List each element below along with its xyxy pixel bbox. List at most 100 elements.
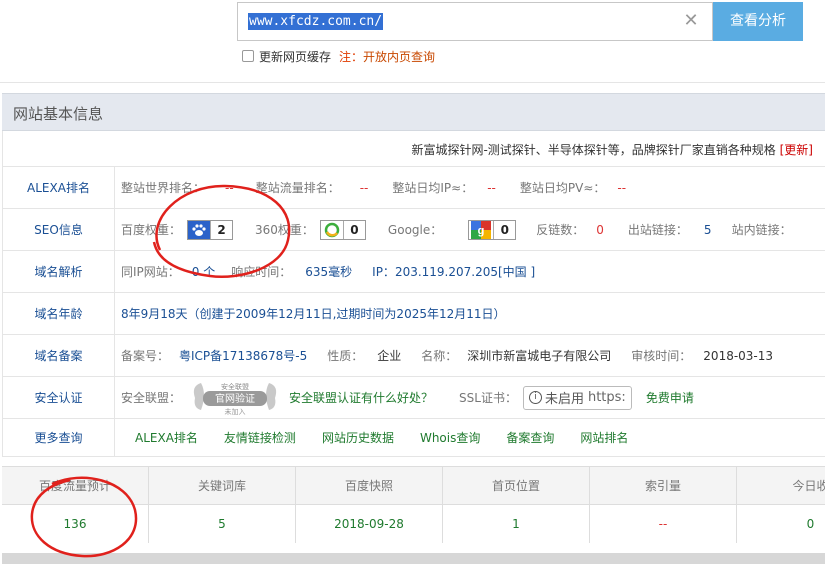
- ssl-status: 未启用: [544, 392, 584, 407]
- stats-value-home-position[interactable]: 1: [443, 505, 590, 543]
- stats-header-keywords: 关键词库: [149, 467, 296, 504]
- google-label: Google：: [387, 223, 443, 237]
- ssl-label: SSL证书：: [459, 391, 517, 405]
- 360-logo-icon: [321, 221, 343, 239]
- ssl-apply-link[interactable]: 免费申请: [646, 389, 694, 406]
- security-row-content: 安全联盟： 安全联盟 官网验证 未加入 安全联盟认证有什么好处？ SSL证书： …: [121, 377, 694, 418]
- dns-row-content: 同IP网站： 0 个 响应时间： 635毫秒 IP： 203.119.207.2…: [121, 251, 535, 292]
- stats-header-baidu-traffic: 百度流量预计: [2, 467, 149, 504]
- backlinks-value[interactable]: 0: [596, 223, 604, 237]
- traffic-rank-label: 整站流量排名：: [255, 181, 340, 195]
- 360-weight-label: 360权重：: [255, 223, 314, 237]
- alexa-row-label[interactable]: ALEXA排名: [3, 167, 115, 208]
- stats-header-home-position: 首页位置: [443, 467, 590, 504]
- more-link-site-rank[interactable]: 网站排名: [580, 429, 628, 446]
- response-time-label: 响应时间：: [231, 265, 292, 279]
- alliance-label: 安全联盟：: [121, 391, 182, 405]
- open-inner-page-link[interactable]: 开放内页查询: [363, 48, 435, 65]
- outlinks-label: 出站链接：: [627, 223, 688, 237]
- domain-age-value: 8年9月18天（创建于2009年12月11日,过期时间为2025年12月11日）: [121, 307, 506, 321]
- world-rank-label: 整站世界排名：: [121, 181, 206, 195]
- url-input-value: www.xfcdz.com.cn/: [248, 13, 384, 30]
- world-rank-value: --: [225, 180, 234, 195]
- ip-value[interactable]: 203.119.207.205[中国 ]: [395, 263, 535, 280]
- google-badge[interactable]: g 0: [468, 219, 517, 240]
- ssl-status-badge[interactable]: i 未启用 https:: [522, 385, 632, 410]
- 360-weight-value: 0: [342, 220, 365, 239]
- ssl-https: https:: [587, 390, 626, 405]
- search-options: 更新网页缓存 注： 开放内页查询: [242, 47, 435, 65]
- daily-pv-label: 整站日均PV≈：: [519, 181, 606, 195]
- stats-value-baidu-traffic[interactable]: 136: [2, 505, 149, 543]
- icp-number-value[interactable]: 粤ICP备17138678号-5: [179, 347, 307, 364]
- more-link-icp[interactable]: 备案查询: [506, 429, 554, 446]
- dns-row-label[interactable]: 域名解析: [3, 251, 115, 292]
- search-bar: www.xfcdz.com.cn/ ✕ 查看分析: [237, 2, 803, 41]
- baidu-weight-value: 2: [210, 220, 232, 239]
- alexa-row-content: 整站世界排名： -- 整站流量排名： -- 整站日均IP≈： -- 整站日均PV…: [121, 167, 626, 208]
- analyze-button[interactable]: 查看分析: [713, 2, 803, 41]
- seal-bottom-text: 未加入: [225, 407, 246, 416]
- stats-header-snapshot: 百度快照: [296, 467, 443, 504]
- more-link-whois[interactable]: Whois查询: [420, 429, 480, 446]
- url-input[interactable]: www.xfcdz.com.cn/ ✕: [237, 2, 713, 41]
- same-ip-value[interactable]: 0 个: [192, 263, 215, 280]
- more-queries-links: ALEXA排名 友情链接检测 网站历史数据 Whois查询 备案查询 网站排名: [135, 419, 654, 456]
- icp-row-label[interactable]: 域名备案: [3, 335, 115, 376]
- domain-age-row: 域名年龄 8年9月18天（创建于2009年12月11日,过期时间为2025年12…: [2, 293, 825, 335]
- security-row-label[interactable]: 安全认证: [3, 377, 115, 418]
- seal-top-text: 安全联盟: [221, 382, 249, 391]
- update-link[interactable]: [更新]: [780, 143, 813, 157]
- stats-value-index[interactable]: --: [590, 505, 737, 543]
- traffic-rank-value: --: [359, 180, 369, 195]
- update-cache-checkbox[interactable]: [242, 50, 254, 62]
- more-link-history[interactable]: 网站历史数据: [322, 429, 394, 446]
- icp-number-label: 备案号：: [121, 349, 170, 363]
- icp-nature-label: 性质：: [327, 349, 364, 363]
- stats-value-keywords[interactable]: 5: [149, 505, 296, 543]
- backlinks-label: 反链数：: [536, 223, 585, 237]
- icp-row: 域名备案 备案号： 粤ICP备17138678号-5 性质： 企业 名称： 深圳…: [2, 335, 825, 377]
- stats-value-row: 136 5 2018-09-28 1 -- 0: [2, 505, 825, 543]
- more-queries-row-label[interactable]: 更多查询: [3, 419, 115, 456]
- stats-header-index: 索引量: [590, 467, 737, 504]
- domain-age-row-label[interactable]: 域名年龄: [3, 293, 115, 334]
- stats-header-today: 今日收: [792, 479, 825, 493]
- clear-icon[interactable]: ✕: [682, 12, 700, 30]
- daily-ip-label: 整站日均IP≈：: [392, 181, 474, 195]
- more-queries-row: 更多查询 ALEXA排名 友情链接检测 网站历史数据 Whois查询 备案查询 …: [2, 419, 825, 457]
- alliance-benefit-link[interactable]: 安全联盟认证有什么好处？: [289, 389, 433, 406]
- icp-name-label: 名称：: [421, 349, 458, 363]
- stats-header-row: 百度流量预计 关键词库 百度快照 首页位置 索引量 今日收: [2, 467, 825, 505]
- dns-row: 域名解析 同IP网站： 0 个 响应时间： 635毫秒 IP： 203.119.…: [2, 251, 825, 293]
- more-link-friend-links[interactable]: 友情链接检测: [224, 429, 296, 446]
- site-description-text: 新富城探针网-测试探针、半导体探针等，品牌探针厂家直销各种规格: [411, 143, 776, 157]
- alexa-row: ALEXA排名 整站世界排名： -- 整站流量排名： -- 整站日均IP≈： -…: [2, 167, 825, 209]
- info-icon: i: [528, 391, 542, 404]
- baidu-weight-badge[interactable]: 2: [187, 219, 234, 240]
- stats-value-today[interactable]: 0: [737, 505, 825, 543]
- seo-row-content: 百度权重： 2 360权重： 0 Google： g 0 反链数： 0 出站链接…: [121, 209, 792, 250]
- bottom-scroll-bar[interactable]: [2, 553, 825, 564]
- seo-row-label[interactable]: SEO信息: [3, 209, 115, 250]
- daily-pv-value: --: [617, 180, 627, 195]
- same-ip-label: 同IP网站：: [121, 265, 180, 279]
- stats-value-snapshot[interactable]: 2018-09-28: [296, 505, 443, 543]
- panel-title: 网站基本信息: [13, 105, 104, 123]
- svg-text:g: g: [478, 225, 485, 237]
- icp-time-label: 审核时间：: [631, 349, 692, 363]
- more-link-alexa[interactable]: ALEXA排名: [135, 429, 198, 446]
- icp-name-value: 深圳市新富城电子有限公司: [467, 349, 612, 363]
- site-description: 新富城探针网-测试探针、半导体探针等，品牌探针厂家直销各种规格 [更新]: [411, 141, 813, 158]
- update-cache-label[interactable]: 更新网页缓存: [259, 48, 331, 65]
- icp-nature-value: 企业: [377, 349, 402, 363]
- outlinks-value[interactable]: 5: [704, 223, 712, 237]
- 360-weight-badge[interactable]: 0: [319, 219, 366, 240]
- baidu-weight-label: 百度权重：: [121, 223, 182, 237]
- daily-ip-value: --: [487, 180, 496, 195]
- site-description-row: 新富城探针网-测试探针、半导体探针等，品牌探针厂家直销各种规格 [更新]: [2, 131, 825, 167]
- ip-label: IP：: [372, 265, 395, 279]
- seo-row: SEO信息 百度权重： 2 360权重： 0 Google： g 0 反链数： …: [2, 209, 825, 251]
- stats-table: 百度流量预计 关键词库 百度快照 首页位置 索引量 今日收 136 5 2018…: [2, 466, 825, 543]
- alliance-seal-icon[interactable]: 安全联盟 官网验证 未加入: [185, 380, 285, 416]
